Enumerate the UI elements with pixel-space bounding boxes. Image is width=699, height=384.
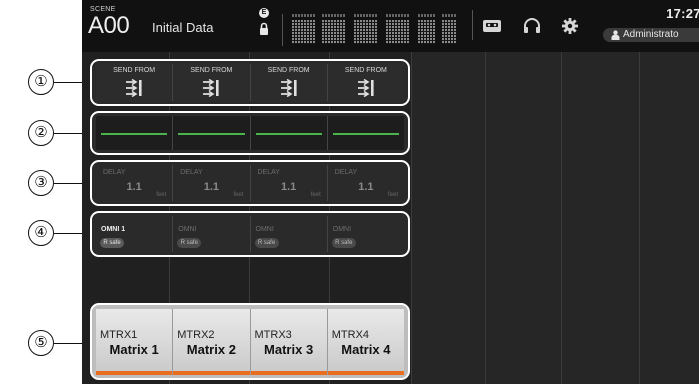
eq-graph-1[interactable]	[96, 116, 173, 150]
send-from-icon	[126, 79, 142, 97]
callout-2: ②	[28, 120, 54, 146]
send-from-button-2[interactable]: SEND FROM	[172, 64, 250, 101]
user-button[interactable]: Administrato	[603, 28, 699, 42]
clock: 17:27:3	[666, 6, 699, 21]
delay-label: DELAY	[334, 169, 358, 176]
output-port-button-1[interactable]: OMNI 1 R safe	[96, 216, 173, 252]
channel-id: MTRX2	[177, 329, 215, 341]
scene-number[interactable]: A00	[88, 12, 130, 40]
eq-curve	[332, 133, 399, 135]
delay-label: DELAY	[103, 169, 126, 176]
output-port-button-2[interactable]: OMNI R safe	[172, 216, 250, 252]
eq-curve	[178, 133, 245, 135]
output-port-button-4[interactable]: OMNI R safe	[326, 216, 404, 252]
callout-4: ④	[28, 220, 54, 246]
eq-graph-3[interactable]	[249, 116, 327, 150]
send-from-section: SEND FROM SEND FROM SEND FROM SEND FROM	[90, 59, 410, 106]
delay-knob-4[interactable]: DELAY 1.1 feet	[326, 165, 404, 201]
send-from-button-4[interactable]: SEND FROM	[326, 64, 404, 101]
send-from-icon	[357, 79, 374, 97]
channel-name: Matrix 3	[264, 342, 314, 357]
send-from-button-1[interactable]: SEND FROM	[96, 64, 173, 101]
meter-group-5	[418, 14, 436, 44]
output-port-button-3[interactable]: OMNI R safe	[249, 216, 327, 252]
channel-name-button-3[interactable]: MTRX3 Matrix 3	[249, 309, 327, 375]
delay-unit: feet	[387, 192, 398, 198]
channel-id: MTRX1	[100, 329, 138, 341]
send-from-icon	[280, 79, 297, 97]
channel-color-bar	[250, 371, 327, 375]
output-port-label: OMNI	[178, 226, 197, 233]
channel-id: MTRX4	[331, 329, 370, 341]
mixer-screen: SCENE A00 Initial Data E 17:27 Administr…	[82, 0, 699, 384]
send-from-label: SEND FROM	[190, 67, 233, 74]
channel-id: MTRX3	[254, 329, 292, 341]
channel-color-bar	[173, 371, 250, 375]
delay-section: DELAY 1.1 feet DELAY 1.1 feet DELAY 1.1 …	[90, 160, 410, 206]
delay-label: DELAY	[257, 169, 280, 176]
eq-curve	[101, 133, 168, 135]
send-from-button-3[interactable]: SEND FROM	[249, 64, 327, 101]
output-port-label: OMNI 1	[101, 226, 126, 233]
delay-unit: feet	[310, 192, 321, 198]
callout-5: ⑤	[28, 330, 54, 356]
output-port-label: OMNI	[332, 226, 352, 233]
recall-safe-badge: R safe	[331, 238, 356, 248]
channel-name: Matrix 2	[186, 342, 236, 357]
meter-group-6	[442, 14, 457, 44]
delay-unit: feet	[233, 192, 244, 198]
delay-knob-1[interactable]: DELAY 1.1 feet	[96, 165, 173, 201]
channel-name-section: MTRX1 Matrix 1 MTRX2 Matrix 2 MTRX3 Matr…	[90, 303, 410, 380]
eq-section	[90, 111, 410, 155]
empty-column-7	[561, 52, 639, 384]
send-from-label: SEND FROM	[113, 67, 156, 74]
scene-title[interactable]: Initial Data	[152, 20, 213, 35]
meter-group-3	[354, 14, 378, 44]
delay-unit: feet	[156, 192, 167, 198]
channel-name: Matrix 1	[109, 342, 159, 357]
delay-knob-3[interactable]: DELAY 1.1 feet	[249, 165, 327, 201]
empty-column-6	[485, 52, 561, 384]
send-from-label: SEND FROM	[344, 67, 387, 74]
channel-color-bar	[96, 371, 173, 375]
meter-group-1	[292, 14, 316, 44]
eq-graph-4[interactable]	[326, 116, 404, 150]
eq-curve	[255, 133, 322, 135]
meter-bridge[interactable]	[282, 6, 460, 46]
user-name: Administrato	[623, 29, 679, 40]
channel-name: Matrix 4	[341, 342, 391, 357]
meter-divider	[282, 14, 283, 46]
channel-color-bar	[327, 371, 404, 375]
recorder-icon[interactable]	[482, 17, 502, 35]
output-port-section: OMNI 1 R safe OMNI R safe OMNI R safe OM…	[90, 211, 410, 257]
callout-1: ①	[28, 69, 54, 95]
channel-name-button-1[interactable]: MTRX1 Matrix 1	[96, 309, 173, 375]
output-port-label: OMNI	[255, 226, 274, 233]
function-access-bar: SCENE A00 Initial Data E 17:27 Administr…	[82, 0, 699, 52]
toolbar-divider	[472, 10, 473, 40]
send-from-icon	[203, 79, 219, 97]
empty-column-8	[639, 52, 699, 384]
scene-edit-badge: E	[259, 8, 269, 18]
lock-icon	[260, 22, 268, 35]
callout-3: ③	[28, 170, 54, 196]
delay-knob-2[interactable]: DELAY 1.1 feet	[172, 165, 250, 201]
scene-status-badges: E	[256, 8, 272, 42]
channel-name-button-2[interactable]: MTRX2 Matrix 2	[172, 309, 250, 375]
recall-safe-badge: R safe	[177, 238, 202, 248]
channel-name-button-4[interactable]: MTRX4 Matrix 4	[326, 309, 404, 375]
eq-graph-2[interactable]	[172, 116, 250, 150]
user-icon	[611, 30, 620, 40]
delay-label: DELAY	[180, 169, 203, 176]
send-from-label: SEND FROM	[267, 67, 310, 74]
meter-group-2	[322, 14, 346, 44]
recall-safe-badge: R safe	[100, 238, 124, 248]
recall-safe-badge: R safe	[254, 238, 279, 248]
headphones-icon[interactable]	[522, 17, 542, 35]
meter-group-4	[386, 14, 410, 44]
gear-icon[interactable]	[560, 17, 580, 35]
empty-column-5	[411, 52, 485, 384]
